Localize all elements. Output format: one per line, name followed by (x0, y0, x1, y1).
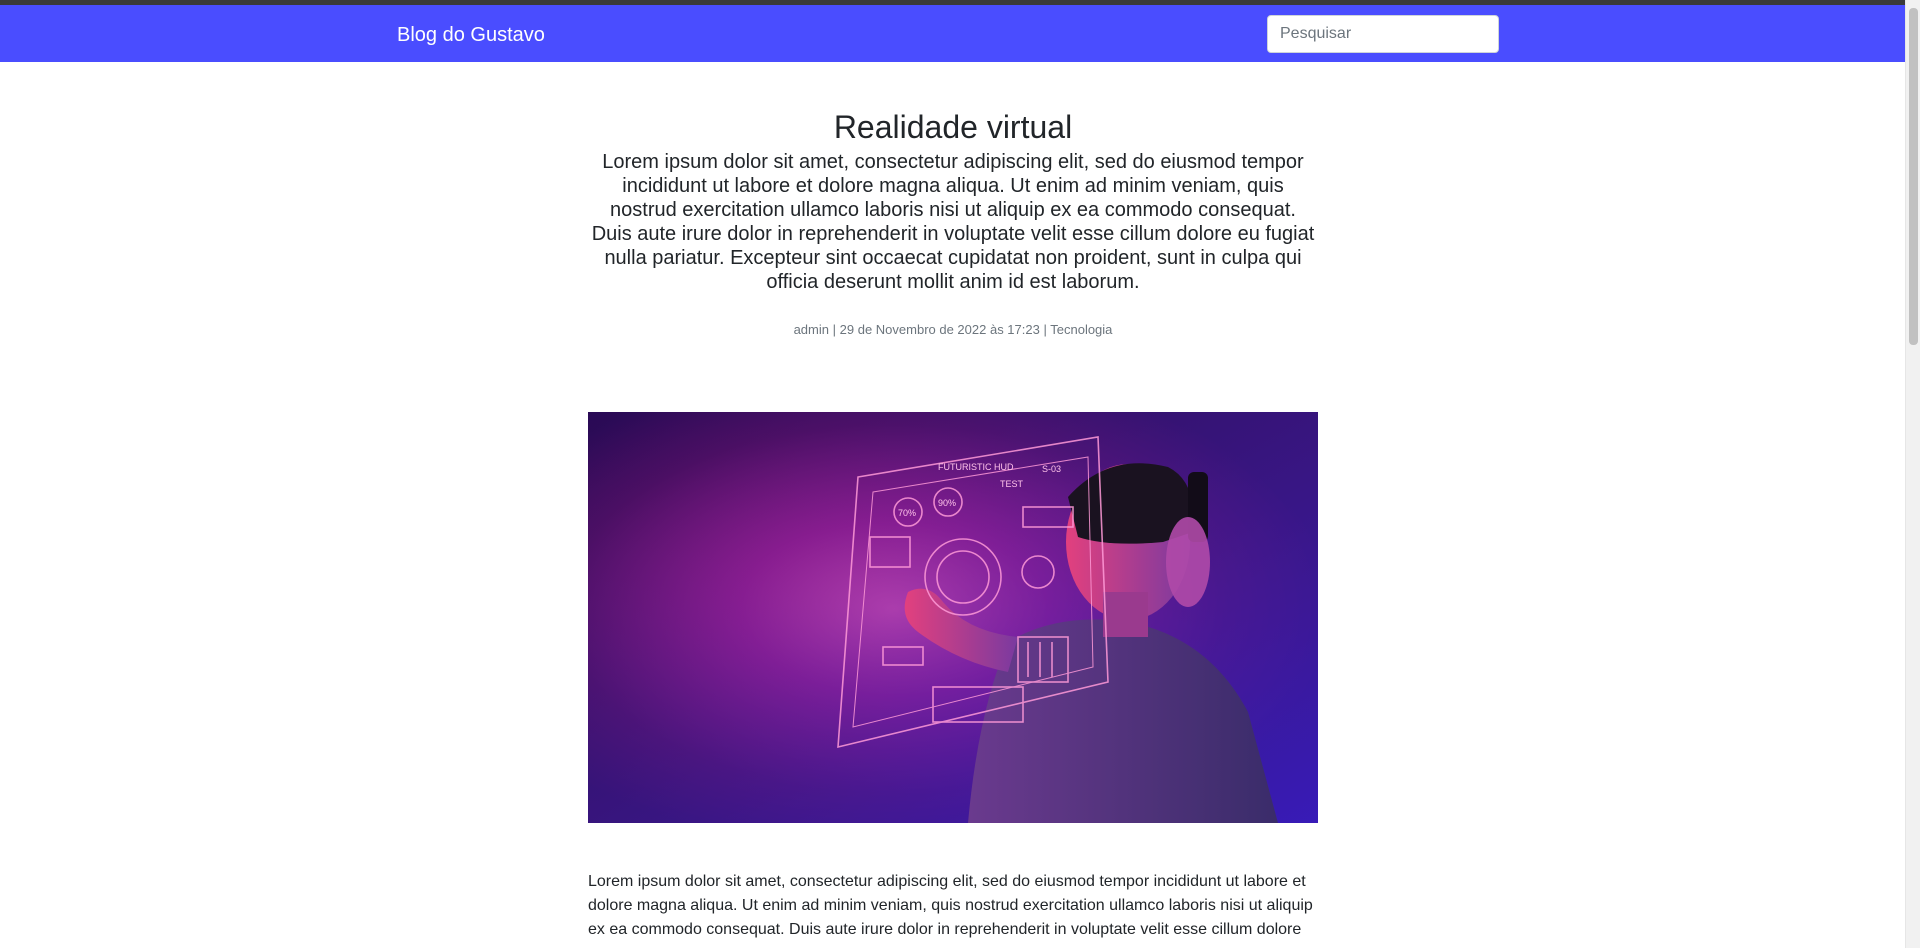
page-scrollbar[interactable] (1905, 0, 1920, 948)
post-body: Lorem ipsum dolor sit amet, consectetur … (588, 873, 1313, 938)
post-author: admin (793, 322, 829, 337)
svg-text:S-03: S-03 (1042, 464, 1061, 474)
post-hero-image: FUTURISTIC HUD TEST S-03 70% 90% (588, 412, 1318, 823)
brand-link[interactable]: Blog do Gustavo (397, 23, 545, 47)
svg-text:FUTURISTIC HUD: FUTURISTIC HUD (938, 462, 1014, 472)
vr-illustration: FUTURISTIC HUD TEST S-03 70% 90% (588, 412, 1318, 823)
post-date: 29 de Novembro de 2022 às 17:23 (839, 322, 1040, 337)
svg-text:90%: 90% (938, 498, 956, 508)
post-title: Realidade virtual (833, 109, 1073, 145)
scrollbar-thumb[interactable] (1909, 8, 1918, 345)
meta-separator: | (1043, 322, 1047, 337)
navbar: Blog do Gustavo (0, 5, 1905, 62)
meta-separator: | (832, 322, 837, 337)
svg-text:TEST: TEST (1000, 479, 1024, 489)
post-container: Realidade virtual Lorem ipsum dolor sit … (588, 62, 1318, 938)
post-summary: Lorem ipsum dolor sit amet, consectetur … (591, 151, 1315, 293)
post-meta: admin | 29 de Novembro de 2022 às 17:23 … (588, 322, 1318, 338)
search-input[interactable] (1267, 15, 1499, 53)
post-category: Tecnologia (1050, 322, 1113, 337)
svg-text:70%: 70% (898, 508, 916, 518)
